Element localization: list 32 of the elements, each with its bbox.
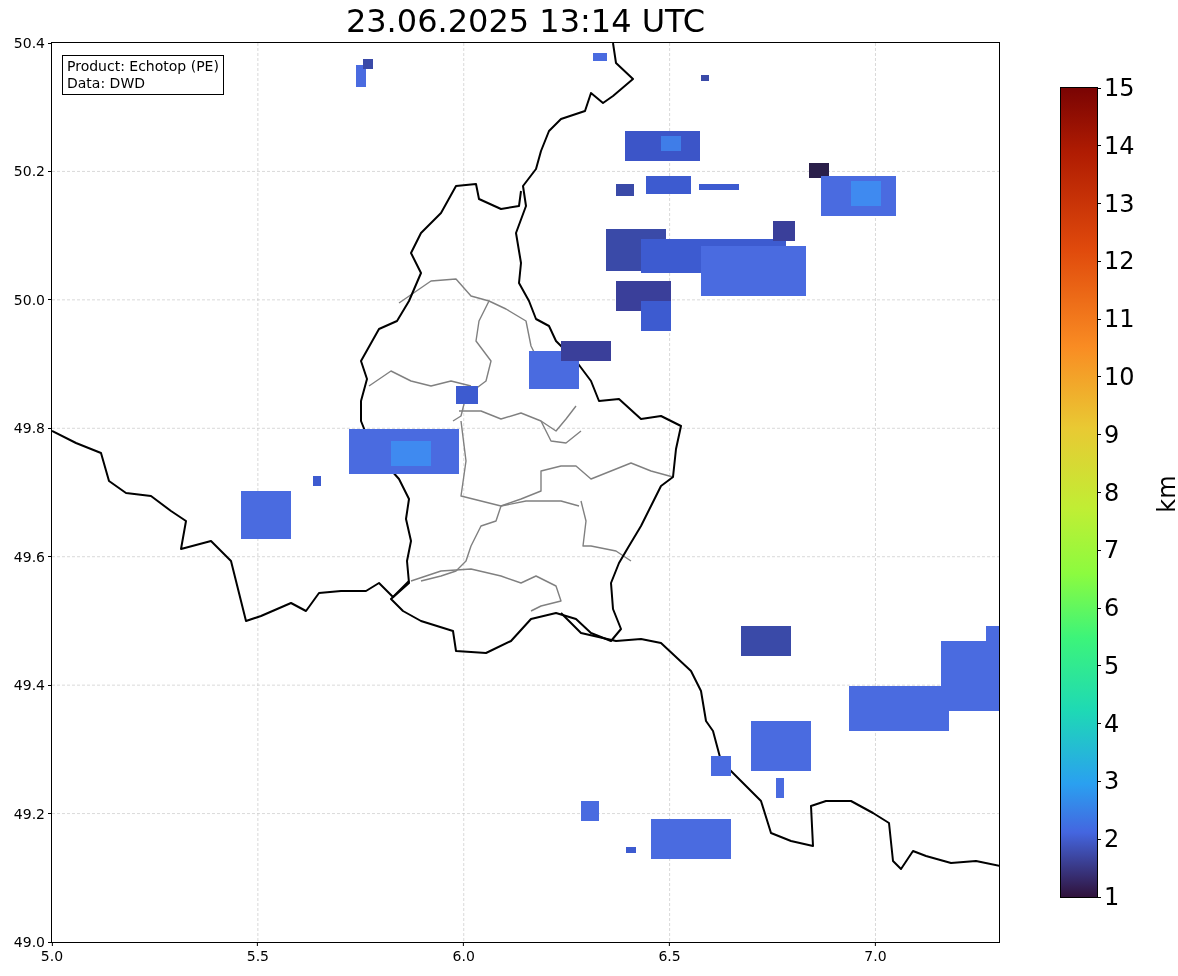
- colorbar-tick-label: 5: [1103, 651, 1120, 680]
- y-axis-tick-label: 49.2: [12, 805, 46, 822]
- colorbar-tick-label: 8: [1103, 478, 1120, 507]
- y-axis-tick-label: 49.8: [12, 420, 46, 437]
- y-axis-tick-label: 50.4: [12, 35, 46, 51]
- x-axis-tick-label: 6.5: [658, 947, 681, 964]
- colorbar-tick-label: 4: [1103, 709, 1120, 738]
- x-axis-tick-label: 5.5: [246, 947, 269, 964]
- x-axis-tick-label: 6.0: [452, 947, 475, 964]
- colorbar-tick-label: 1: [1103, 883, 1120, 911]
- colorbar-tick-label: 11: [1103, 305, 1135, 334]
- x-axis-tick-label: 7.0: [864, 947, 887, 964]
- colorbar-tick-label: 2: [1103, 825, 1120, 854]
- y-axis-tick-label: 50.2: [12, 163, 46, 180]
- colorbar-tick-label: 13: [1103, 189, 1135, 218]
- y-axis-tick-label: 50.0: [12, 291, 46, 308]
- y-axis-tick-label: 49.4: [12, 677, 46, 694]
- colorbar-tick-label: 9: [1103, 420, 1120, 449]
- info-text: Product: Echotop (PE): [67, 58, 219, 75]
- colorbar-label: km: [1152, 475, 1178, 513]
- colorbar-tick-label: 15: [1103, 74, 1135, 102]
- colorbar-tick-label: 6: [1103, 594, 1120, 623]
- colorbar-tick-label: 3: [1103, 767, 1120, 796]
- chart-title: 23.06.2025 13:14 UTC: [345, 1, 706, 41]
- x-axis-tick-label: 5.0: [40, 947, 64, 964]
- y-axis-tick-label: 49.6: [12, 548, 46, 565]
- colorbar-tick-label: 7: [1103, 536, 1120, 565]
- colorbar-tick-label: 10: [1103, 362, 1135, 391]
- info-text: Data: DWD: [67, 75, 146, 92]
- colorbar-tick-label: 12: [1103, 247, 1135, 276]
- y-axis-tick-label: 49.0: [12, 934, 46, 950]
- colorbar-tick-label: 14: [1103, 131, 1135, 160]
